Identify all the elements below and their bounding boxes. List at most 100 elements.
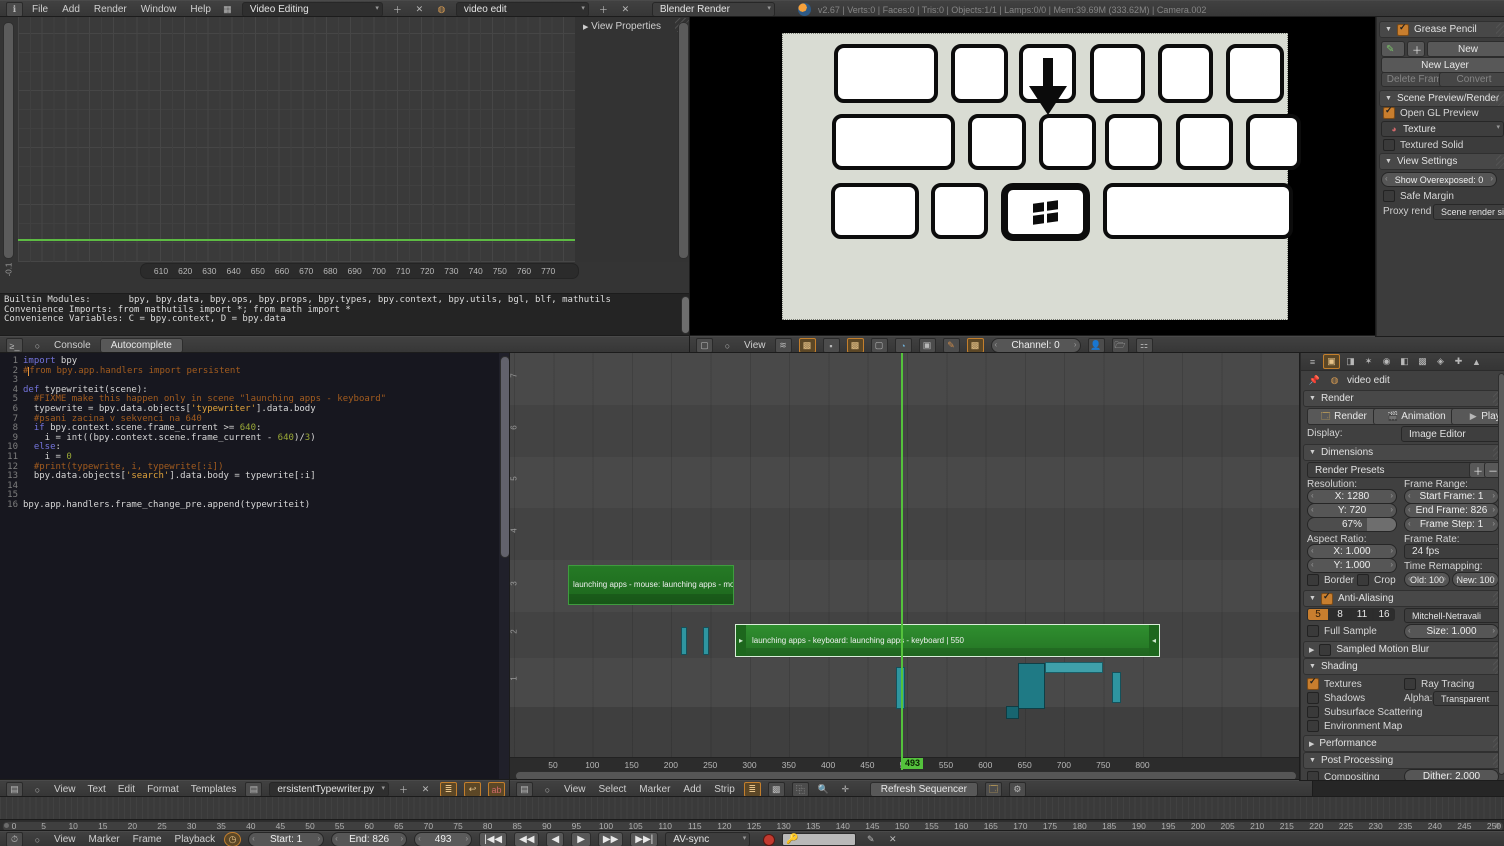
sss-checkbox[interactable] — [1307, 706, 1319, 718]
aa-size-field[interactable]: ‹Size: 1.000› — [1404, 624, 1499, 639]
menu-edit[interactable]: Edit — [116, 784, 137, 795]
properties-tab-physics[interactable]: ▲ — [1469, 355, 1484, 368]
datablock-icon[interactable]: ▤ — [245, 782, 262, 797]
pin-icon[interactable]: ○ — [30, 833, 45, 846]
anti-aliasing-panel-header[interactable]: ▼Anti-Aliasing — [1303, 590, 1504, 607]
menu-frame[interactable]: Frame — [131, 834, 164, 845]
dither-field[interactable]: Dither: 2.000 — [1404, 769, 1499, 780]
channel-field[interactable]: ‹Channel: 0› — [991, 338, 1081, 353]
proxy-icon[interactable]: ⚏ — [1136, 338, 1153, 353]
sequencer-editor-type-icon[interactable]: ▤ — [516, 782, 533, 797]
unlink-text-icon[interactable]: ✕ — [418, 783, 433, 796]
strip-left-handle[interactable]: ▸ — [736, 625, 746, 656]
aa-samples-16[interactable]: 16 — [1373, 608, 1395, 621]
properties-tab-constraints[interactable]: ◧ — [1397, 355, 1412, 368]
full-sample-row[interactable]: Full Sample — [1307, 625, 1377, 637]
preview-shading-selector[interactable]: ◕ Texture — [1381, 121, 1504, 137]
ray-tracing-row[interactable]: Ray Tracing — [1404, 678, 1474, 690]
render-presets-selector[interactable]: Render Presets — [1307, 462, 1482, 478]
console-scrollbar[interactable] — [681, 296, 690, 334]
scene-preview-panel-header[interactable]: ▼ Scene Preview/Render — [1379, 90, 1504, 107]
view-settings-panel-header[interactable]: ▼ View Settings — [1379, 153, 1504, 170]
properties-tab-data[interactable]: ▩ — [1415, 355, 1430, 368]
menu-add[interactable]: Add — [60, 4, 82, 15]
aspect-y-field[interactable]: ‹Y: 1.000› — [1307, 558, 1397, 573]
show-overexposed-slider[interactable]: ‹Show Overexposed: 0› — [1381, 172, 1497, 187]
motion-blur-panel-header[interactable]: ▶Sampled Motion Blur — [1303, 641, 1504, 658]
zoom-border-icon[interactable]: 🔍 — [816, 783, 831, 796]
gp-convert-button[interactable]: Convert — [1439, 72, 1504, 87]
av-sync-selector[interactable]: AV-sync — [665, 832, 750, 846]
safe-margin-row[interactable]: Safe Margin — [1383, 190, 1454, 202]
anti-aliasing-checkbox[interactable] — [1321, 593, 1333, 605]
playhead-label[interactable]: 493 — [902, 758, 923, 769]
view-preview-icon[interactable]: ▩ — [768, 782, 785, 797]
proxy-render-size-selector[interactable]: Scene render size — [1433, 204, 1504, 220]
editor-type-icon[interactable]: ℹ — [6, 2, 23, 17]
strip-effect-2[interactable] — [1018, 663, 1045, 709]
properties-tab-render[interactable]: ▣ — [1323, 354, 1340, 369]
refresh-sequencer-button[interactable]: Refresh Sequencer — [870, 782, 978, 797]
gp-draw-mode-button[interactable]: ✎ — [1381, 41, 1405, 57]
gp-add-button[interactable]: ＋ — [1407, 41, 1425, 57]
opengl-preview-checkbox[interactable] — [1383, 107, 1395, 119]
next-keyframe-button[interactable]: ▶▶ — [598, 832, 623, 846]
fcurve-line[interactable] — [18, 239, 575, 241]
menu-view[interactable]: View — [52, 784, 78, 795]
texteditor-scroll-track[interactable] — [499, 353, 510, 780]
view-sequence-icon[interactable]: ≣ — [744, 782, 761, 797]
texteditor-scrollbar[interactable] — [500, 356, 510, 558]
safe-margin-checkbox[interactable] — [1383, 190, 1395, 202]
border-checkbox[interactable] — [1307, 574, 1319, 586]
code-line[interactable]: 16bpy.app.handlers.frame_change_pre.appe… — [2, 501, 386, 511]
shadows-checkbox[interactable] — [1307, 692, 1319, 704]
scene-selector[interactable]: video edit — [456, 2, 589, 17]
close-scene-icon[interactable]: ✕ — [618, 3, 633, 16]
syntax-highlight-toggle-icon[interactable]: ab — [488, 782, 505, 797]
textures-row[interactable]: Textures — [1307, 678, 1362, 690]
text-editor-type-icon[interactable]: ▤ — [6, 782, 23, 797]
menu-playback[interactable]: Playback — [173, 834, 218, 845]
properties-scrollbar[interactable] — [1498, 373, 1504, 775]
menu-view[interactable]: View — [52, 834, 78, 845]
strip-effect-bar[interactable] — [1045, 662, 1103, 673]
checker-a-icon[interactable]: ▩ — [799, 338, 816, 353]
screen-layout-selector[interactable]: Video Editing — [242, 2, 383, 17]
gp-new-layer-button[interactable]: New Layer — [1381, 57, 1504, 73]
frame-step-field[interactable]: ‹Frame Step: 1› — [1404, 517, 1499, 532]
view-both-icon[interactable]: ⿻ — [792, 782, 809, 797]
menu-view[interactable]: View — [562, 784, 588, 795]
annotate-pen-icon[interactable]: ✎ — [943, 338, 960, 353]
properties-tab-scene[interactable]: ≡ — [1305, 355, 1320, 368]
render-engine-selector[interactable]: Blender Render — [652, 2, 775, 17]
remap-old-field[interactable]: ‹Old: 100› — [1404, 572, 1450, 587]
textures-checkbox[interactable] — [1307, 678, 1319, 690]
render-button[interactable]: 🗔Render — [1307, 408, 1381, 425]
pin-icon[interactable]: ○ — [540, 783, 555, 796]
menu-window[interactable]: Window — [139, 4, 179, 15]
render-panel-header[interactable]: ▼Render — [1303, 390, 1504, 407]
play-button[interactable]: ▶Play — [1451, 408, 1504, 425]
outline-icon[interactable]: ▢ — [871, 338, 888, 353]
mute-strip-icon[interactable]: ▪ — [823, 338, 840, 353]
playback-range-lock-icon[interactable]: ◷ — [224, 832, 241, 846]
menu-marker[interactable]: Marker — [87, 834, 122, 845]
textured-solid-checkbox[interactable] — [1383, 139, 1395, 151]
start-frame-field[interactable]: ‹Start Frame: 1› — [1404, 489, 1499, 504]
post-processing-panel-header[interactable]: ▼Post Processing — [1303, 752, 1504, 769]
shading-panel-header[interactable]: ▼Shading — [1303, 658, 1504, 675]
pin-icon[interactable]: ○ — [720, 339, 735, 352]
pin-icon[interactable]: ○ — [30, 339, 45, 352]
alpha-selector[interactable]: Transparent — [1433, 691, 1504, 706]
view-properties-panel[interactable]: ▶ View Properties — [583, 21, 661, 32]
scene-icon[interactable]: ◍ — [434, 3, 449, 16]
timeline-ruler[interactable]: 0510152025303540455055606570758085909510… — [0, 820, 1504, 831]
menu-strip[interactable]: Strip — [712, 784, 737, 795]
menu-select[interactable]: Select — [597, 784, 629, 795]
menu-format[interactable]: Format — [145, 784, 181, 795]
aa-samples-11[interactable]: 11 — [1351, 608, 1373, 621]
crop-row[interactable]: Crop — [1357, 574, 1396, 586]
graph-v-scrollbar-right[interactable] — [678, 22, 689, 259]
aspect-x-field[interactable]: ‹X: 1.000› — [1307, 544, 1397, 559]
dimensions-panel-header[interactable]: ▼Dimensions — [1303, 444, 1504, 461]
